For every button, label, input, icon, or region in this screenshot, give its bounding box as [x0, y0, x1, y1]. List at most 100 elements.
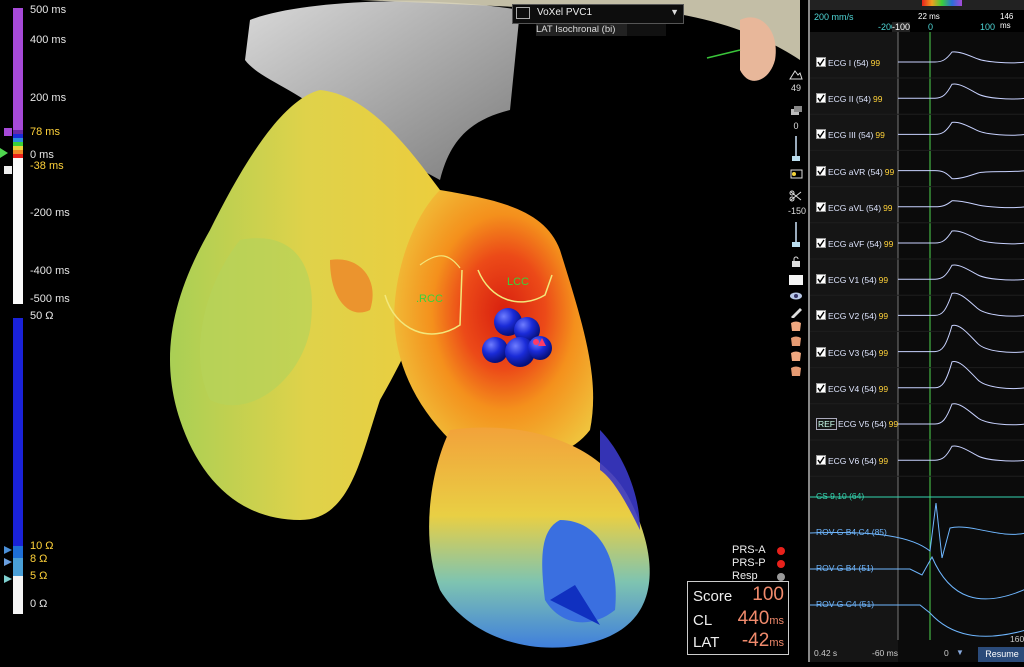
ecg-channel-label[interactable]: ECG V3 (54) 99 [816, 346, 889, 358]
cl-value: 440 [737, 608, 770, 629]
lat-color-scale[interactable] [13, 8, 23, 304]
cl-unit: ms [769, 615, 784, 627]
channel-gain: 99 [878, 311, 889, 322]
ecg-header[interactable]: 200 mm/s -200 -100 0 100 22 ms 146 ms [810, 0, 1024, 32]
ecg-channel-label[interactable]: ECG V1 (54) 99 [816, 274, 888, 285]
ecg-panel[interactable]: 200 mm/s -200 -100 0 100 22 ms 146 ms EC… [808, 0, 1024, 662]
slider-1[interactable] [788, 136, 804, 164]
toolbar-value-3: -150 [788, 206, 807, 216]
color-strip [922, 0, 962, 6]
lock-icon[interactable] [788, 256, 804, 270]
mountain-icon[interactable] [788, 68, 804, 82]
channel-checkbox[interactable] [816, 201, 826, 212]
imp-marker-8-icon[interactable] [4, 558, 12, 566]
ecg-channel-label[interactable]: ECG V4 (54) 99 [816, 382, 889, 394]
channel-name: ECG aVR (54) [828, 166, 883, 177]
lat-label-m400: -400 ms [30, 265, 70, 277]
score-label: Score [693, 588, 733, 605]
map-selector-label: VoXel PVC1 [537, 7, 593, 18]
channel-checkbox[interactable] [816, 310, 826, 321]
channel-name: ECG III (54) [828, 130, 874, 141]
torso-back-icon[interactable] [788, 335, 804, 349]
anatomy-map[interactable] [0, 0, 808, 662]
ecg-channel-label[interactable]: ECG V2 (54) 99 [816, 310, 888, 321]
pen-icon[interactable] [788, 306, 804, 320]
channel-name: ECG aVF (54) [828, 239, 882, 249]
slider-2[interactable] [788, 222, 804, 250]
imp-label-10: 10 Ω [30, 540, 54, 552]
torso-front-icon[interactable] [788, 320, 804, 334]
channel-name: ECG V6 (54) [828, 456, 877, 467]
map-type-label: LAT Isochronal (bi) [536, 24, 666, 36]
map-selector[interactable]: VoXel PVC1 ▼ [512, 4, 684, 24]
ecg-channel-label[interactable]: ECG III (54) 99 [816, 129, 885, 140]
legend-dot-prs-a [777, 547, 785, 555]
time-readout: 0.42 s [814, 648, 838, 658]
marker-right-readout: 146 ms [1000, 12, 1014, 30]
channel-gain: 99 [883, 202, 893, 213]
channel-checkbox[interactable] [816, 274, 826, 285]
eye-icon[interactable] [788, 290, 804, 304]
channel-checkbox[interactable] [816, 93, 826, 104]
channel-checkbox[interactable] [816, 382, 826, 393]
ecg-channel-label[interactable]: ECG V6 (54) 99 [816, 455, 888, 466]
chevron-down-icon: ▼ [670, 7, 679, 17]
lat-label: LAT [693, 634, 720, 651]
legend-label-prs-p: PRS-P [732, 557, 766, 569]
ecg-channel-label[interactable]: ECG II (54) 99 [816, 93, 882, 104]
intracardiac-channel-label[interactable]: ROV G C4 (51) [816, 599, 874, 609]
channel-checkbox[interactable] [816, 238, 826, 248]
ecg-channel-label[interactable]: ECG aVF (54) 99 [816, 238, 893, 249]
channel-checkbox[interactable] [816, 165, 826, 176]
reference-badge[interactable]: REF [816, 418, 837, 430]
layers-icon[interactable] [788, 104, 804, 118]
lat-label-m500: -500 ms [30, 293, 70, 305]
ecg-channel-label[interactable]: REF ECG V5 (54) 99 [816, 418, 898, 430]
color-swatch[interactable] [788, 274, 804, 288]
resume-button[interactable]: Resume [978, 647, 1024, 662]
intracardiac-channel-label[interactable]: ROV G B4 (51) [816, 563, 874, 573]
channel-name: ECG V1 (54) [828, 275, 877, 286]
channel-name: ECG V5 (54) [838, 419, 887, 429]
right-edge-readout: 160 [1010, 634, 1024, 644]
scissors-icon[interactable] [788, 190, 804, 204]
lat-unit: ms [769, 637, 784, 649]
ecg-channel-label[interactable]: ECG aVR (54) 99 [816, 165, 894, 177]
imp-marker-5-icon[interactable] [4, 575, 12, 583]
torso-right-icon[interactable] [788, 365, 804, 379]
channel-checkbox[interactable] [816, 346, 826, 357]
channel-name: ECG aVL (54) [828, 202, 882, 213]
imp-marker-10-icon[interactable] [4, 546, 12, 554]
zero-readout: 0 [944, 648, 949, 658]
ecg-ruler [810, 0, 1024, 10]
intracardiac-channel-label[interactable]: ROV G B4,C4 (85) [816, 527, 887, 537]
channel-checkbox[interactable] [816, 129, 826, 140]
info-box: Score 100 CL 440ms LAT -42ms [687, 581, 789, 655]
lat-label-500: 500 ms [30, 4, 67, 16]
channel-gain: 99 [883, 239, 894, 249]
channel-name: ECG II (54) [828, 94, 871, 105]
channel-gain: 99 [878, 347, 889, 358]
channel-gain: 99 [878, 383, 889, 394]
channel-checkbox[interactable] [816, 57, 826, 67]
imp-label-0: 0 Ω [30, 598, 48, 610]
upper-threshold-handle[interactable] [4, 128, 12, 136]
lower-threshold-handle[interactable] [4, 166, 12, 174]
intracardiac-channel-label[interactable]: CS 9,10 (64) [816, 491, 864, 501]
impedance-color-scale[interactable] [13, 318, 23, 614]
caret-down-icon[interactable]: ▼ [956, 648, 964, 657]
lat-label-400: 400 ms [30, 34, 67, 46]
zero-marker-icon[interactable] [0, 148, 8, 158]
map-viewport[interactable]: .RCC LCC [0, 0, 808, 662]
ecg-channel-label[interactable]: ECG I (54) 99 [816, 57, 880, 68]
ecg-channel-label[interactable]: ECG aVL (54) 99 [816, 201, 893, 213]
imp-label-50: 50 Ω [30, 310, 54, 322]
channel-gain: 99 [878, 275, 889, 286]
channel-checkbox[interactable] [816, 455, 826, 466]
tag-icon[interactable] [788, 168, 804, 182]
imp-label-8: 8 Ω [30, 553, 48, 565]
channel-name: ECG V4 (54) [828, 383, 877, 394]
torso-left-icon[interactable] [788, 350, 804, 364]
monitor-icon [516, 7, 530, 19]
sweep-speed[interactable]: 200 mm/s [814, 12, 854, 22]
